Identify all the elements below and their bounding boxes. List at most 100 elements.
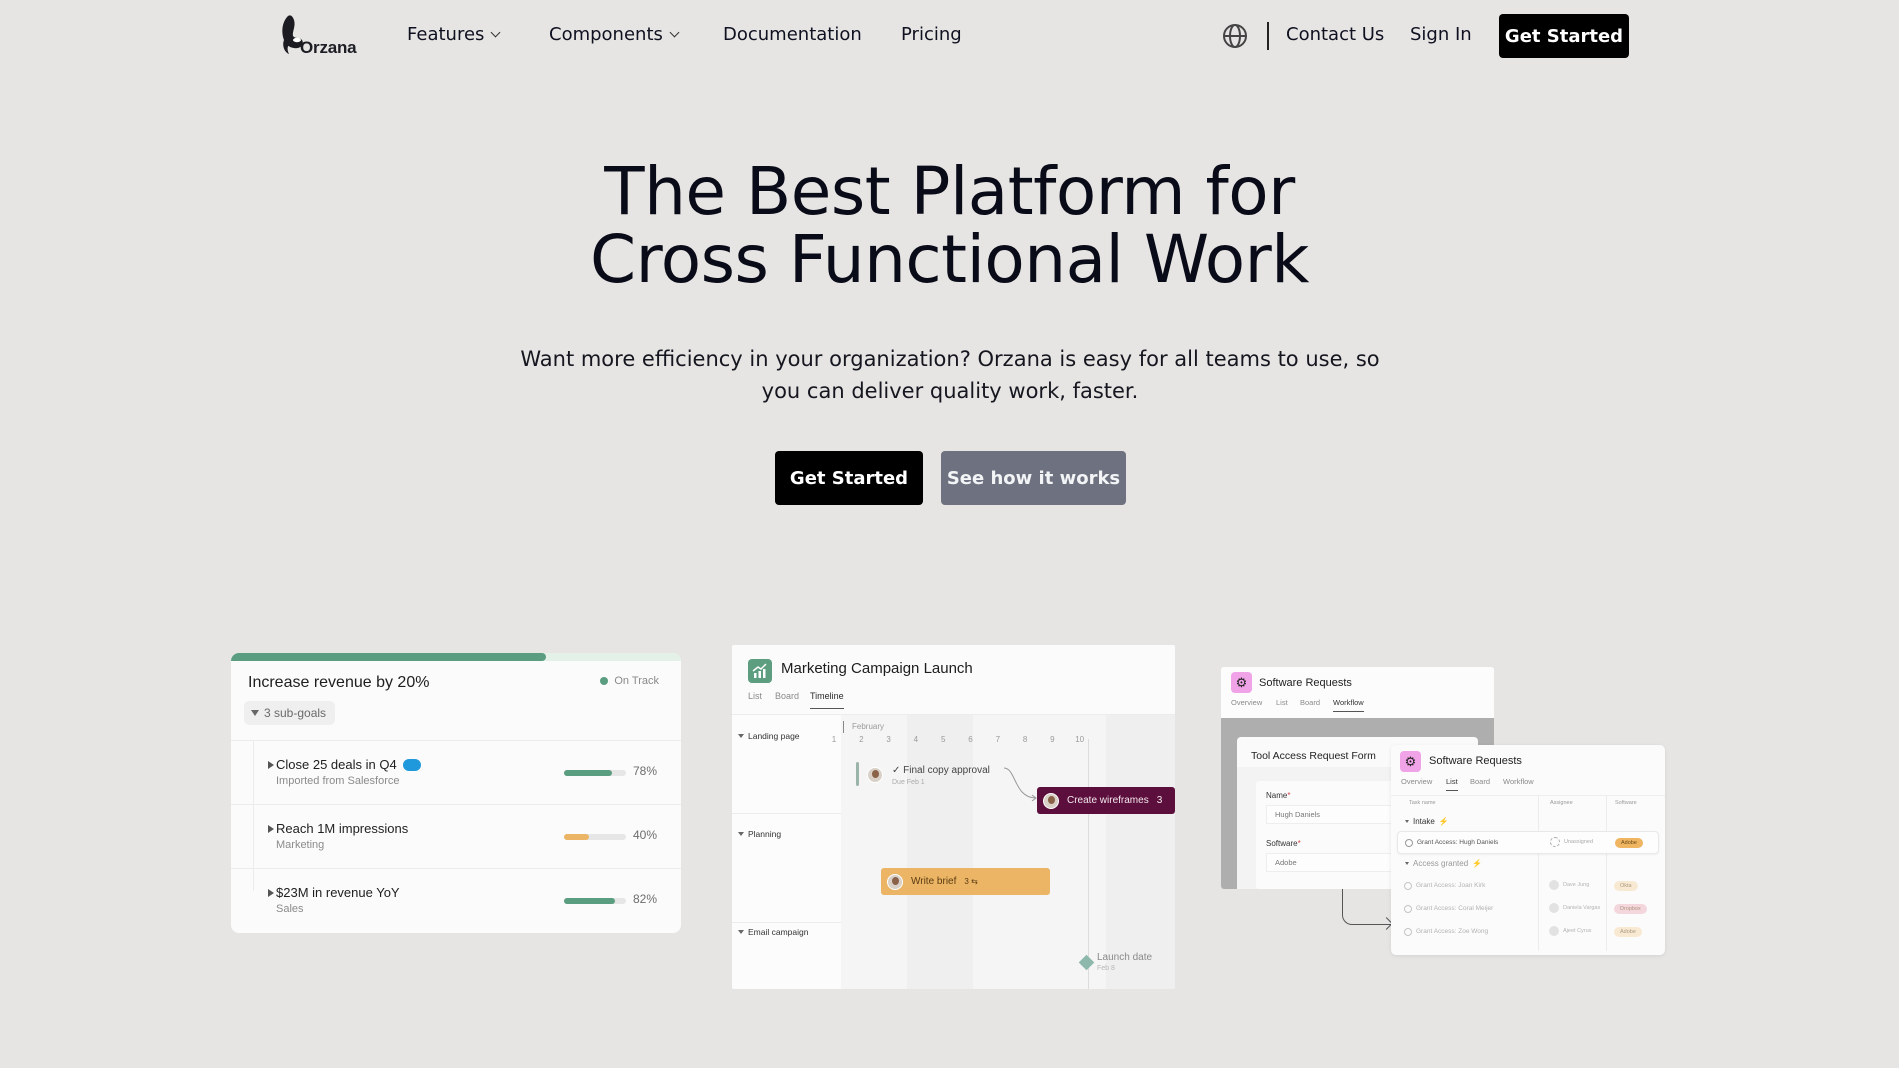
task-name: Grant Access: Joan Kirk	[1416, 882, 1486, 889]
column-software[interactable]: Software	[1615, 800, 1637, 806]
task-title: ✓ Final copy approval	[892, 765, 990, 776]
tab-overview[interactable]: Overview	[1401, 777, 1432, 786]
group-access-granted[interactable]: Access granted ⚡	[1405, 859, 1482, 868]
list-row[interactable]: Grant Access: Hugh Daniels Unassigned Ad…	[1397, 831, 1659, 854]
subgoal-name: $23M in revenue YoY	[276, 885, 400, 900]
tab-timeline[interactable]: Timeline	[810, 691, 844, 709]
tab-list[interactable]: List	[748, 691, 762, 701]
see-how-it-works-button[interactable]: See how it works	[941, 451, 1126, 505]
project-title: Marketing Campaign Launch	[781, 660, 973, 677]
avatar	[867, 767, 883, 783]
subgoals-label: 3 sub-goals	[264, 706, 327, 720]
day-header: 5	[940, 735, 946, 744]
globe-icon[interactable]	[1222, 23, 1248, 49]
nav-features[interactable]: Features	[407, 24, 501, 45]
section-email-campaign[interactable]: Email campaign	[738, 927, 808, 937]
orzana-logo[interactable]: Orzana	[278, 12, 358, 60]
subgoal-progress-fill	[564, 834, 589, 840]
nav-get-started-button[interactable]: Get Started	[1499, 14, 1629, 58]
date-marker-line	[1088, 739, 1089, 989]
tab-board[interactable]: Board	[1470, 777, 1490, 786]
nav-components-label: Components	[549, 24, 663, 45]
workflow-header: ⚙ Software Requests Overview List Board …	[1221, 667, 1494, 718]
subgoal-percent: 78%	[633, 764, 658, 778]
list-row[interactable]: Grant Access: Joan Kirk Dave Jung Okta	[1397, 875, 1659, 898]
workflow-title: Software Requests	[1259, 677, 1352, 689]
gear-icon: ⚙	[1231, 672, 1252, 693]
tab-workflow[interactable]: Workflow	[1503, 777, 1534, 786]
subgoal-progress-bar	[564, 898, 626, 904]
section-label: Planning	[748, 829, 782, 839]
form-title: Tool Access Request Form	[1251, 750, 1376, 762]
tab-workflow[interactable]: Workflow	[1333, 698, 1364, 712]
subgoal-team: Sales	[276, 903, 304, 915]
hero-get-started-button[interactable]: Get Started	[775, 451, 923, 505]
task-name: Grant Access: Zoe Wong	[1416, 928, 1489, 935]
section-landing-page[interactable]: Landing page	[738, 731, 800, 741]
task-title: Write brief	[911, 876, 957, 887]
subgoal-team: Marketing	[276, 839, 325, 851]
assignee: Unassigned	[1550, 837, 1593, 847]
check-circle-icon	[1404, 882, 1412, 890]
caret-right-icon	[268, 889, 274, 897]
subgoal-row[interactable]: Close 25 deals in Q4 Imported from Sales…	[231, 740, 681, 804]
subgoal-row[interactable]: Reach 1M impressions Marketing 40%	[231, 804, 681, 868]
software-tag: Adobe	[1614, 927, 1642, 937]
caret-down-icon	[1405, 862, 1409, 865]
subgoal-name-text: Close 25 deals in Q4	[276, 757, 397, 772]
tab-overview[interactable]: Overview	[1231, 698, 1262, 707]
avatar	[1549, 903, 1559, 913]
goal-status-label: On Track	[614, 675, 659, 687]
weekend-shade	[907, 715, 973, 989]
logo-text: Orzana	[300, 38, 357, 57]
caret-right-icon	[268, 825, 274, 833]
task-due: Due Feb 1	[892, 779, 925, 786]
list-title: Software Requests	[1429, 755, 1522, 767]
assignee-name: Dave Jung	[1563, 882, 1590, 888]
task-count: 3	[1156, 795, 1163, 806]
task-name: Grant Access: Coral Meijer	[1416, 905, 1494, 912]
section-label: Email campaign	[748, 927, 809, 937]
contact-us-link[interactable]: Contact Us	[1286, 24, 1384, 45]
tab-list[interactable]: List	[1446, 777, 1458, 791]
nav-components[interactable]: Components	[549, 24, 680, 45]
section-column	[732, 715, 841, 989]
tab-board[interactable]: Board	[1300, 698, 1320, 707]
hero-subtitle: Want more efficiency in your organizatio…	[520, 347, 1380, 403]
goal-status-badge: On Track	[600, 675, 659, 687]
day-header: 1	[831, 735, 837, 744]
task-create-wireframes[interactable]: Create wireframes 3	[1037, 787, 1175, 814]
caret-down-icon	[251, 710, 259, 716]
caret-down-icon	[738, 930, 744, 934]
sign-in-link[interactable]: Sign In	[1410, 24, 1472, 45]
caret-down-icon	[738, 832, 744, 836]
column-task-name[interactable]: Task name	[1409, 800, 1436, 806]
contact-us-label: Contact Us	[1286, 24, 1385, 45]
day-header: 3	[886, 735, 891, 744]
avatar	[1043, 792, 1059, 809]
avatar	[1549, 926, 1559, 936]
day-header: 10	[1075, 735, 1085, 744]
list-row[interactable]: Grant Access: Zoe Wong Ajeet Cyrus Adobe	[1397, 921, 1659, 944]
section-planning[interactable]: Planning	[738, 829, 781, 839]
day-header: 9	[1050, 735, 1055, 744]
chevron-down-icon	[490, 27, 501, 38]
software-tag: Okta	[1614, 881, 1638, 891]
avatar	[887, 873, 903, 890]
column-assignee[interactable]: Assignee	[1550, 800, 1573, 806]
nav-pricing[interactable]: Pricing	[901, 24, 962, 45]
tab-board[interactable]: Board	[775, 691, 799, 701]
tab-list[interactable]: List	[1276, 698, 1288, 707]
group-intake[interactable]: Intake ⚡	[1405, 817, 1449, 826]
subgoals-toggle[interactable]: 3 sub-goals	[244, 701, 336, 725]
caret-down-icon	[738, 734, 744, 738]
goal-progress-track	[231, 653, 681, 661]
nav-documentation[interactable]: Documentation	[723, 24, 862, 45]
goal-progress-fill	[231, 653, 546, 661]
unassigned-icon	[1550, 837, 1560, 847]
list-row[interactable]: Grant Access: Coral Meijer Daniela Varga…	[1397, 898, 1659, 921]
subgoal-row[interactable]: $23M in revenue YoY Sales 82%	[231, 868, 681, 932]
group-label: Intake	[1413, 817, 1435, 826]
assignee: Daniela Vargas	[1549, 903, 1600, 913]
task-write-brief[interactable]: Write brief 3 ⇆	[881, 868, 1050, 895]
